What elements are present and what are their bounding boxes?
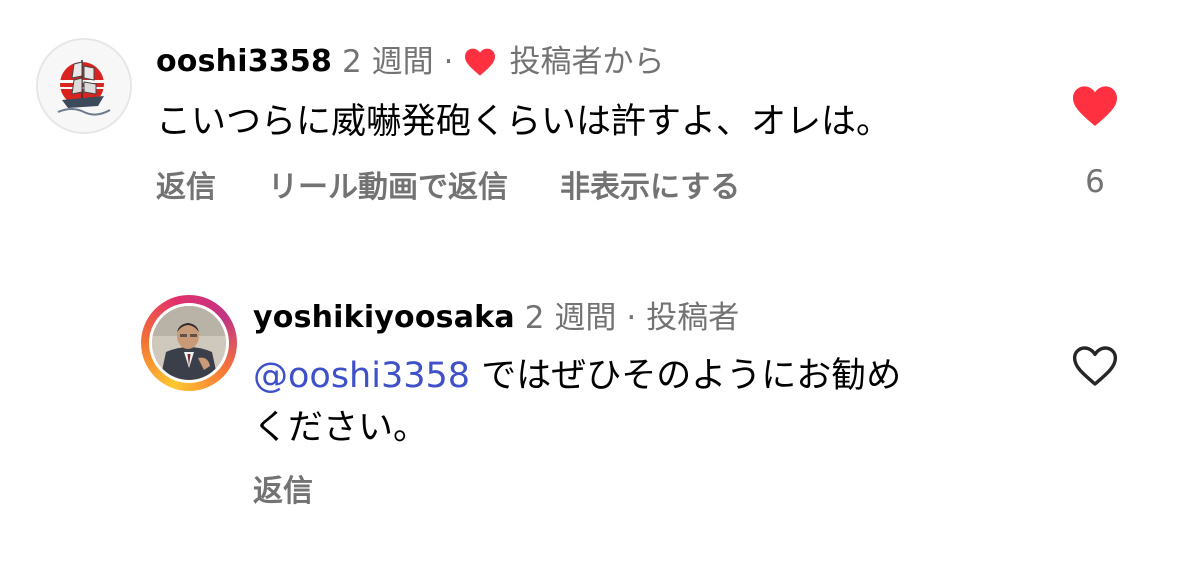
heart-outline-icon (1072, 346, 1118, 386)
comment-meta: ooshi3358 2 週間 · 投稿者から (156, 42, 664, 82)
hide-button[interactable]: 非表示にする (560, 168, 740, 208)
like-button[interactable] (1071, 84, 1119, 128)
comment-text: こいつらに威嚇発砲くらいは許すよ、オレは。 (156, 102, 892, 142)
comment-thread: ooshi3358 2 週間 · 投稿者から こいつらに威嚇発砲くらいは許すよ、… (0, 0, 1179, 579)
separator-dot: · (626, 300, 637, 336)
comment-actions: 返信 リール動画で返信 非表示にする (156, 168, 792, 208)
timestamp: 2 週間 (342, 44, 434, 80)
sailing-ship-rising-sun-icon (38, 40, 130, 132)
heart-filled-icon (1073, 86, 1117, 126)
man-in-suit-photo-icon (152, 306, 226, 380)
comment-text-line2: ください。 (253, 408, 429, 448)
like-count[interactable]: 6 (1068, 162, 1122, 202)
author-label: 投稿者 (646, 300, 740, 336)
mention-link[interactable]: @ooshi3358 (253, 356, 470, 396)
reply-button[interactable]: 返信 (156, 168, 216, 208)
like-button[interactable] (1071, 344, 1119, 388)
comment-meta: yoshikiyoosaka 2 週間 · 投稿者 (253, 298, 739, 338)
username[interactable]: ooshi3358 (156, 42, 332, 82)
timestamp: 2 週間 (524, 300, 617, 336)
comment-text: @ooshi3358 ではぜひそのようにお勧め (253, 348, 901, 404)
separator-dot: · (443, 44, 454, 80)
reply-button[interactable]: 返信 (253, 472, 313, 512)
username[interactable]: yoshikiyoosaka (253, 298, 515, 338)
avatar[interactable] (36, 38, 132, 134)
comment-text-line1: ではぜひそのようにお勧め (481, 356, 902, 396)
comment-actions: 返信 (253, 472, 365, 512)
avatar[interactable] (149, 303, 229, 383)
liked-by-author-label: 投稿者から (509, 44, 665, 80)
reply-with-reel-button[interactable]: リール動画で返信 (268, 168, 508, 208)
heart-icon (463, 47, 497, 77)
